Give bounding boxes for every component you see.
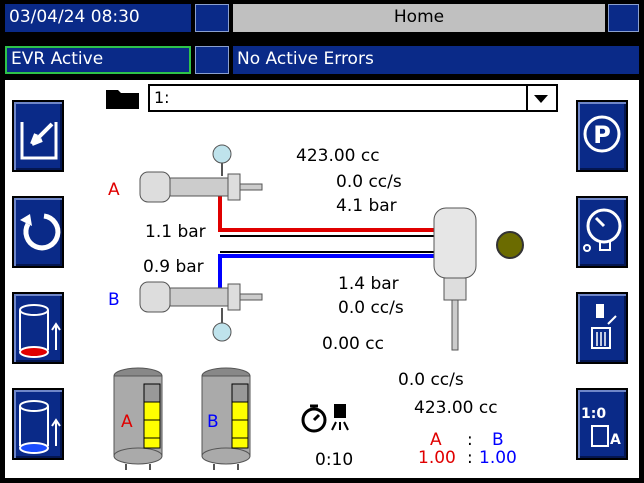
pump-a-pressure: 1.1 bar — [145, 222, 206, 242]
pump-a-label: A — [108, 180, 120, 200]
ratio-b-label: B — [492, 430, 504, 450]
timer-value: 0:10 — [315, 450, 354, 470]
tanks-graphic — [113, 367, 251, 470]
top-flow: 0.0 cc/s — [336, 172, 402, 192]
pump-b-pressure: 0.9 bar — [143, 257, 204, 277]
bottom-pressure: 1.4 bar — [338, 274, 399, 294]
nav-right-button[interactable] — [608, 4, 639, 32]
dispense-valve-icon — [433, 207, 477, 351]
total-volume: 423.00 cc — [414, 398, 498, 418]
tank-a-label: A — [121, 412, 133, 432]
recycle-button[interactable] — [12, 196, 64, 268]
ratio-check-button[interactable]: 1:0 A — [576, 388, 628, 460]
fill-tank-b-icon — [19, 400, 61, 454]
bottom-flow: 0.0 cc/s — [338, 298, 404, 318]
purge-icon — [591, 304, 617, 349]
dispense-timer-icon — [301, 404, 349, 433]
ratio-a-label: A — [430, 430, 442, 450]
top-volume: 423.00 cc — [296, 146, 380, 166]
svg-text:P: P — [593, 121, 611, 149]
edit-recipe-icon — [20, 122, 58, 160]
top-pressure: 4.1 bar — [336, 196, 397, 216]
pump-b-label: B — [108, 290, 120, 310]
pump-b-icon — [139, 281, 263, 342]
dropdown-arrow-icon — [526, 86, 556, 110]
svg-text:1:0: 1:0 — [581, 406, 606, 422]
purge-button[interactable] — [576, 292, 628, 364]
total-flow: 0.0 cc/s — [398, 370, 464, 390]
pump-a-icon — [139, 144, 263, 203]
fill-tank-a-button[interactable] — [12, 292, 64, 364]
bottom-volume: 0.00 cc — [322, 334, 384, 354]
edit-recipe-button[interactable] — [12, 100, 64, 172]
ratio-a-value: 1.00 — [418, 448, 456, 468]
park-button[interactable]: P — [576, 100, 628, 172]
ratio-check-icon: 1:0 A — [581, 406, 621, 448]
tank-b-label: B — [207, 412, 219, 432]
error-status[interactable]: No Active Errors — [233, 46, 639, 74]
recipe-select[interactable]: 1: — [148, 84, 558, 112]
datetime-display: 03/04/24 08:30 — [5, 4, 191, 32]
folder-icon — [106, 90, 139, 109]
status-spacer-button[interactable] — [195, 46, 229, 74]
valve-status-indicator — [496, 231, 524, 259]
nav-left-button[interactable] — [195, 4, 229, 32]
screen-title: Home — [233, 4, 605, 32]
pressure-check-button[interactable] — [576, 196, 628, 268]
fill-tank-a-icon — [19, 304, 61, 358]
recipe-select-value: 1: — [154, 88, 170, 107]
svg-text:A: A — [610, 432, 621, 448]
recycle-icon — [20, 213, 61, 251]
ratio-separator-value: : — [467, 448, 473, 468]
evr-status: EVR Active — [5, 46, 191, 74]
park-icon: P — [583, 115, 621, 153]
ratio-separator-label: : — [467, 430, 473, 450]
pressure-check-icon — [583, 208, 622, 252]
fill-tank-b-button[interactable] — [12, 388, 64, 460]
ratio-b-value: 1.00 — [479, 448, 517, 468]
